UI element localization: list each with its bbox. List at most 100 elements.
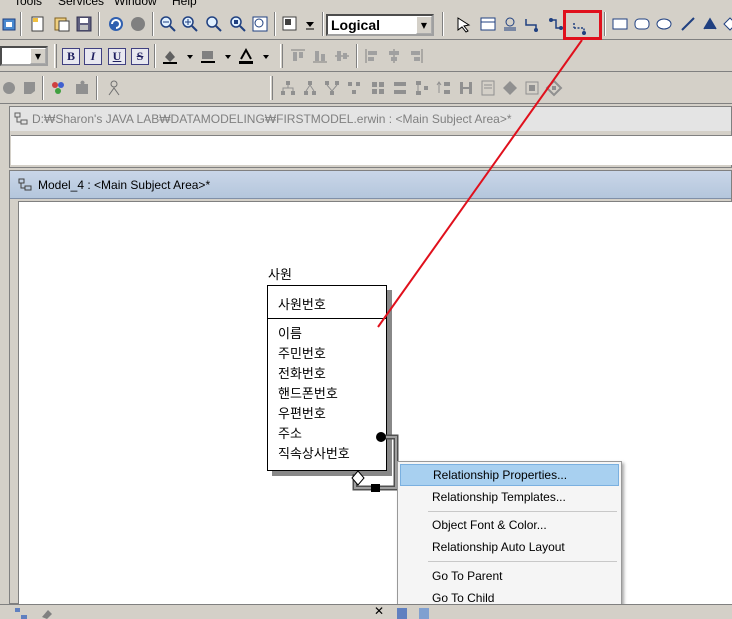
align-bottom-icon[interactable] — [310, 46, 330, 66]
model-tree-icon — [18, 178, 32, 191]
save-icon[interactable] — [74, 14, 94, 34]
color-palette-icon[interactable] — [48, 78, 68, 98]
document-icon[interactable] — [417, 607, 431, 619]
strikethrough-button[interactable]: S — [131, 48, 149, 65]
line-color-icon[interactable] — [198, 46, 218, 66]
document-body[interactable] — [11, 135, 732, 165]
rectangle-icon[interactable] — [610, 14, 630, 34]
fill-color-icon[interactable] — [160, 46, 180, 66]
shape-icon[interactable] — [0, 78, 20, 98]
toolbar-grip[interactable] — [280, 44, 283, 68]
note-icon[interactable] — [20, 78, 40, 98]
attribute[interactable]: 전화번호 — [278, 365, 386, 385]
layout-circular-icon[interactable] — [344, 78, 364, 98]
layout-vertical-icon[interactable] — [412, 78, 432, 98]
zoom-in-icon[interactable] — [180, 14, 200, 34]
attribute[interactable]: 핸드폰번호 — [278, 385, 386, 405]
menu-window[interactable]: Window — [114, 0, 157, 8]
puzzle-icon[interactable] — [72, 78, 92, 98]
dropdown-arrow-icon[interactable] — [300, 14, 320, 34]
zoom-out-icon[interactable] — [158, 14, 178, 34]
menu-services[interactable]: Services — [58, 0, 104, 8]
line-icon[interactable] — [678, 14, 698, 34]
view-mode-value: Logical — [331, 17, 381, 33]
toolbar-separator — [442, 12, 444, 36]
menu-item-relationship-properties[interactable]: Relationship Properties... — [400, 464, 619, 486]
toolbar-grip[interactable] — [54, 44, 57, 68]
primary-key-attribute[interactable]: 사원번호 — [268, 286, 386, 319]
attribute[interactable]: 이름 — [278, 325, 386, 345]
zoom-fit-icon[interactable] — [204, 14, 224, 34]
document-icon[interactable] — [395, 607, 409, 619]
layout-grid-icon[interactable] — [368, 78, 388, 98]
chevron-down-icon[interactable]: ▼ — [416, 16, 432, 34]
font-size-select[interactable]: ▼ — [0, 46, 48, 66]
layout-doc-icon[interactable] — [478, 78, 498, 98]
menu-item-go-to-parent[interactable]: Go To Parent — [400, 565, 619, 587]
category-tool-icon[interactable] — [500, 14, 520, 34]
layout-sort-icon[interactable] — [434, 78, 454, 98]
entity-tool-icon[interactable] — [478, 14, 498, 34]
menu-tools[interactable]: Tools — [14, 0, 42, 8]
document-window-firstmodel[interactable]: D:₩Sharon's JAVA LAB₩DATAMODELING₩FIRSTM… — [9, 106, 732, 168]
diamond-icon[interactable] — [720, 14, 732, 34]
highlight-annotation — [563, 10, 602, 40]
underline-button[interactable]: U — [108, 48, 126, 65]
menu-item-relationship-auto-layout[interactable]: Relationship Auto Layout — [400, 536, 619, 558]
dropdown-arrow-icon[interactable] — [180, 46, 200, 66]
undo-icon[interactable] — [106, 14, 126, 34]
person-icon[interactable] — [104, 78, 124, 98]
ellipse-icon[interactable] — [654, 14, 674, 34]
entity-name-label[interactable]: 사원 — [268, 264, 292, 283]
attribute[interactable]: 직속상사번호 — [278, 445, 386, 465]
new-icon[interactable] — [28, 14, 48, 34]
italic-button[interactable]: I — [84, 48, 102, 65]
zoom-all-icon[interactable] — [228, 14, 248, 34]
document-window-model4[interactable]: Model_4 : <Main Subject Area>* 사원 사원번호 이… — [9, 170, 732, 605]
view-mode-select[interactable]: Logical ▼ — [326, 14, 434, 36]
layout-h-icon[interactable] — [456, 78, 476, 98]
toolbar-grip[interactable] — [270, 76, 273, 100]
entity-box[interactable]: 사원번호 이름 주민번호 전화번호 핸드폰번호 우편번호 주소 직속상사번호 — [267, 285, 387, 471]
model-icon[interactable] — [0, 14, 20, 34]
layout-tree-icon[interactable] — [278, 78, 298, 98]
attribute[interactable]: 우편번호 — [278, 405, 386, 425]
dropdown-arrow-icon[interactable] — [256, 46, 276, 66]
pointer-icon[interactable] — [454, 14, 474, 34]
rounded-rect-icon[interactable] — [632, 14, 652, 34]
open-icon[interactable] — [52, 14, 72, 34]
close-icon[interactable]: ✕ — [374, 604, 384, 618]
align-top-icon[interactable] — [288, 46, 308, 66]
polyline-icon[interactable] — [700, 14, 720, 34]
chevron-down-icon[interactable]: ▼ — [30, 48, 46, 64]
layout-diamond-icon[interactable] — [500, 78, 520, 98]
menu-item-object-font-color[interactable]: Object Font & Color... — [400, 514, 619, 536]
layout-org-icon[interactable] — [322, 78, 342, 98]
align-center-icon[interactable] — [384, 46, 404, 66]
identifying-rel-icon[interactable] — [522, 14, 542, 34]
dropdown-arrow-icon[interactable] — [218, 46, 238, 66]
font-color-icon[interactable] — [236, 46, 256, 66]
stop-icon[interactable] — [128, 14, 148, 34]
eraser-icon[interactable] — [40, 607, 54, 619]
menu-separator — [428, 511, 617, 512]
layout-hierarchy-icon[interactable] — [300, 78, 320, 98]
menu-help[interactable]: Help — [172, 0, 197, 8]
toolbar-separator — [20, 12, 22, 36]
align-right-icon[interactable] — [406, 46, 426, 66]
layout-spread-icon[interactable] — [544, 78, 564, 98]
document-title-bar[interactable]: D:₩Sharon's JAVA LAB₩DATAMODELING₩FIRSTM… — [10, 107, 731, 131]
align-left-icon[interactable] — [362, 46, 382, 66]
layout-stack-icon[interactable] — [390, 78, 410, 98]
bold-button[interactable]: B — [62, 48, 80, 65]
attribute[interactable]: 주민번호 — [278, 345, 386, 365]
attribute[interactable]: 주소 — [278, 425, 386, 445]
model-tree-icon[interactable] — [14, 607, 28, 619]
diagram-canvas[interactable]: 사원 사원번호 이름 주민번호 전화번호 핸드폰번호 우편번호 주소 직속상사번… — [18, 201, 732, 605]
document-title-bar[interactable]: Model_4 : <Main Subject Area>* — [10, 171, 731, 199]
menu-item-relationship-templates[interactable]: Relationship Templates... — [400, 486, 619, 508]
display-level-icon[interactable] — [280, 14, 300, 34]
align-middle-icon[interactable] — [332, 46, 352, 66]
layout-box-icon[interactable] — [522, 78, 542, 98]
zoom-page-icon[interactable] — [250, 14, 270, 34]
